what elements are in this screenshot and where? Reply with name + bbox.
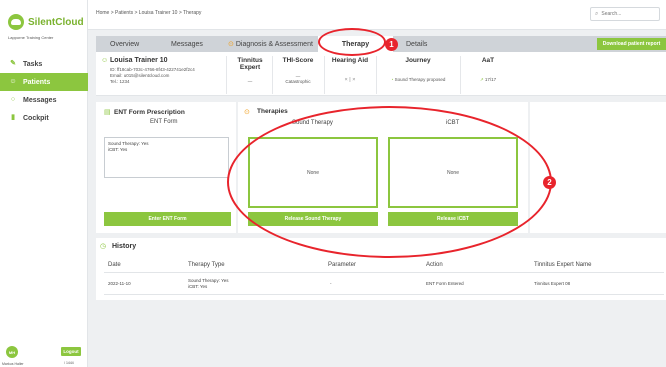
- cloud-logo-icon: [8, 14, 24, 30]
- history-expert: Tinnitus Expert 08: [534, 281, 571, 286]
- messages-icon: ○: [10, 96, 16, 103]
- column-header: Tinnitus Expert Name: [534, 262, 592, 268]
- ent-subtitle: ENT Form: [150, 119, 178, 125]
- tab-messages[interactable]: Messages: [171, 36, 203, 52]
- history-action: ENT Form Entered: [426, 281, 464, 286]
- tab-label: Messages: [171, 40, 203, 48]
- col-header: Tinnitus Expert: [237, 57, 263, 71]
- aat-value: ↗ 17/17: [466, 77, 510, 83]
- thi-score: THI-Score — Catastrophic: [276, 57, 320, 84]
- history-date: 2022-11-10: [108, 281, 131, 286]
- history-type-line: Sound Therapy: Yes: [188, 278, 229, 283]
- sidebar-item-messages[interactable]: ○ Messages: [0, 91, 88, 109]
- tinnitus-expert: Tinnitus Expert —: [230, 57, 270, 84]
- history-parameter: -: [330, 281, 332, 286]
- tab-label: Diagnosis & Assessment: [235, 40, 313, 48]
- logout-sub-text: / 1444: [64, 361, 74, 365]
- col-header: THI-Score: [282, 57, 314, 64]
- divider: [272, 56, 273, 94]
- annotation-ellipse-therapies: [227, 106, 552, 258]
- ear-icon: ◔: [390, 77, 394, 82]
- avatar: MH: [6, 346, 18, 358]
- patient-tel: Tel.: 1234: [110, 79, 130, 84]
- annotation-badge-2: 2: [543, 176, 556, 189]
- column-header: Parameter: [328, 262, 357, 268]
- user-profile[interactable]: MH: [6, 346, 18, 358]
- aat: AaT ↗ 17/17: [466, 57, 510, 83]
- download-report-button[interactable]: Download patient report: [597, 38, 666, 50]
- clipboard-icon: ✎: [10, 60, 16, 67]
- patient-summary: ☺ Louisa Trainer 10 ID: ff18cab-703c-476…: [96, 52, 666, 96]
- sidebar-item-label: Tasks: [23, 60, 43, 68]
- sidebar-item-label: Cockpit: [23, 114, 49, 122]
- column-header: Date: [108, 262, 121, 268]
- enter-ent-form-button[interactable]: Enter ENT Form: [104, 212, 231, 226]
- ent-line: iCBT: Yes: [108, 147, 128, 152]
- col-value: Catastrophic: [285, 79, 311, 84]
- col-header: AaT: [481, 57, 495, 64]
- history-title: History: [112, 243, 137, 250]
- divider: [460, 56, 461, 94]
- progress-icon: ↗: [479, 77, 484, 82]
- divider: [226, 56, 227, 94]
- ent-form-summary: Sound Therapy: Yes iCBT: Yes: [104, 137, 229, 178]
- sidebar-item-cockpit[interactable]: ▮ Cockpit: [0, 109, 88, 127]
- tab-label: Details: [406, 40, 428, 48]
- col-value: Sound Therapy proposed: [394, 77, 446, 82]
- sidebar-item-tasks[interactable]: ✎ Tasks: [0, 55, 88, 73]
- clock-icon: ◷: [100, 243, 107, 250]
- patient-name: Louisa Trainer 10: [110, 57, 168, 64]
- document-icon: ▤: [104, 109, 111, 116]
- logout-button[interactable]: Logout: [61, 347, 81, 356]
- warning-icon: ⊙: [244, 109, 250, 116]
- warning-icon: ⊙: [228, 41, 234, 48]
- app-name: SilentCloud: [28, 16, 84, 28]
- search-input[interactable]: [601, 11, 657, 17]
- empty-panel: [530, 102, 666, 233]
- patient-icon: ☺: [101, 57, 109, 64]
- col-header: Hearing Aid: [331, 57, 369, 64]
- journey-value: ◔ Sound Therapy proposed: [378, 77, 458, 82]
- annotation-badge-1: 1: [385, 38, 398, 51]
- search-box[interactable]: ⌕: [590, 7, 660, 21]
- col-value: —: [247, 79, 253, 84]
- tab-label: Overview: [110, 40, 140, 48]
- sidebar-item-label: Messages: [23, 96, 57, 104]
- breadcrumb: Home > Patients > Louisa Trainer 10 > Th…: [96, 10, 202, 16]
- hearing-aid: Hearing Aid × | ×: [328, 57, 372, 83]
- logo: SilentCloud: [8, 14, 84, 30]
- therapies-title: Therapies: [257, 108, 288, 115]
- tab-diagnosis[interactable]: ⊙ Diagnosis & Assessment: [228, 36, 313, 52]
- annotation-ellipse-therapy-tab: [318, 28, 386, 56]
- sidebar-item-patients[interactable]: ☺ Patients: [0, 73, 88, 91]
- top-bar: Home > Patients > Louisa Trainer 10 > Th…: [88, 0, 666, 30]
- col-value: × | ×: [344, 77, 356, 83]
- sidebar: SilentCloud Lapporne Training Center ✎ T…: [0, 0, 88, 367]
- column-header: Action: [426, 262, 443, 268]
- patient-email: Email: u015@silentcloud.com: [110, 73, 170, 78]
- divider: [324, 56, 325, 94]
- search-icon: ⌕: [595, 10, 599, 17]
- divider: [104, 294, 664, 295]
- chart-icon: ▮: [11, 114, 15, 121]
- patient-id: ID: ff18cab-703c-4766-8f43-422741e2f2c4: [110, 67, 195, 72]
- history-type-line: iCBT: Yes: [188, 283, 208, 289]
- sidebar-item-label: Patients: [23, 78, 51, 86]
- ent-title: ENT Form Prescription: [114, 109, 185, 116]
- history-type: Sound Therapy: Yes iCBT: Yes: [188, 278, 228, 289]
- tab-overview[interactable]: Overview: [110, 36, 139, 52]
- divider: [376, 56, 377, 94]
- tab-details[interactable]: Details: [406, 36, 427, 52]
- column-header: Therapy Type: [188, 262, 225, 268]
- sidebar-nav: ✎ Tasks ☺ Patients ○ Messages ▮ Cockpit: [0, 55, 88, 127]
- col-header: Journey: [405, 57, 431, 64]
- journey: Journey ◔ Sound Therapy proposed: [378, 57, 458, 82]
- divider: [104, 272, 664, 273]
- patients-icon: ☺: [9, 78, 17, 85]
- user-name: Markus Haller: [2, 362, 24, 366]
- col-value: 17/17: [484, 77, 497, 82]
- organization-name: Lapporne Training Center: [8, 35, 54, 40]
